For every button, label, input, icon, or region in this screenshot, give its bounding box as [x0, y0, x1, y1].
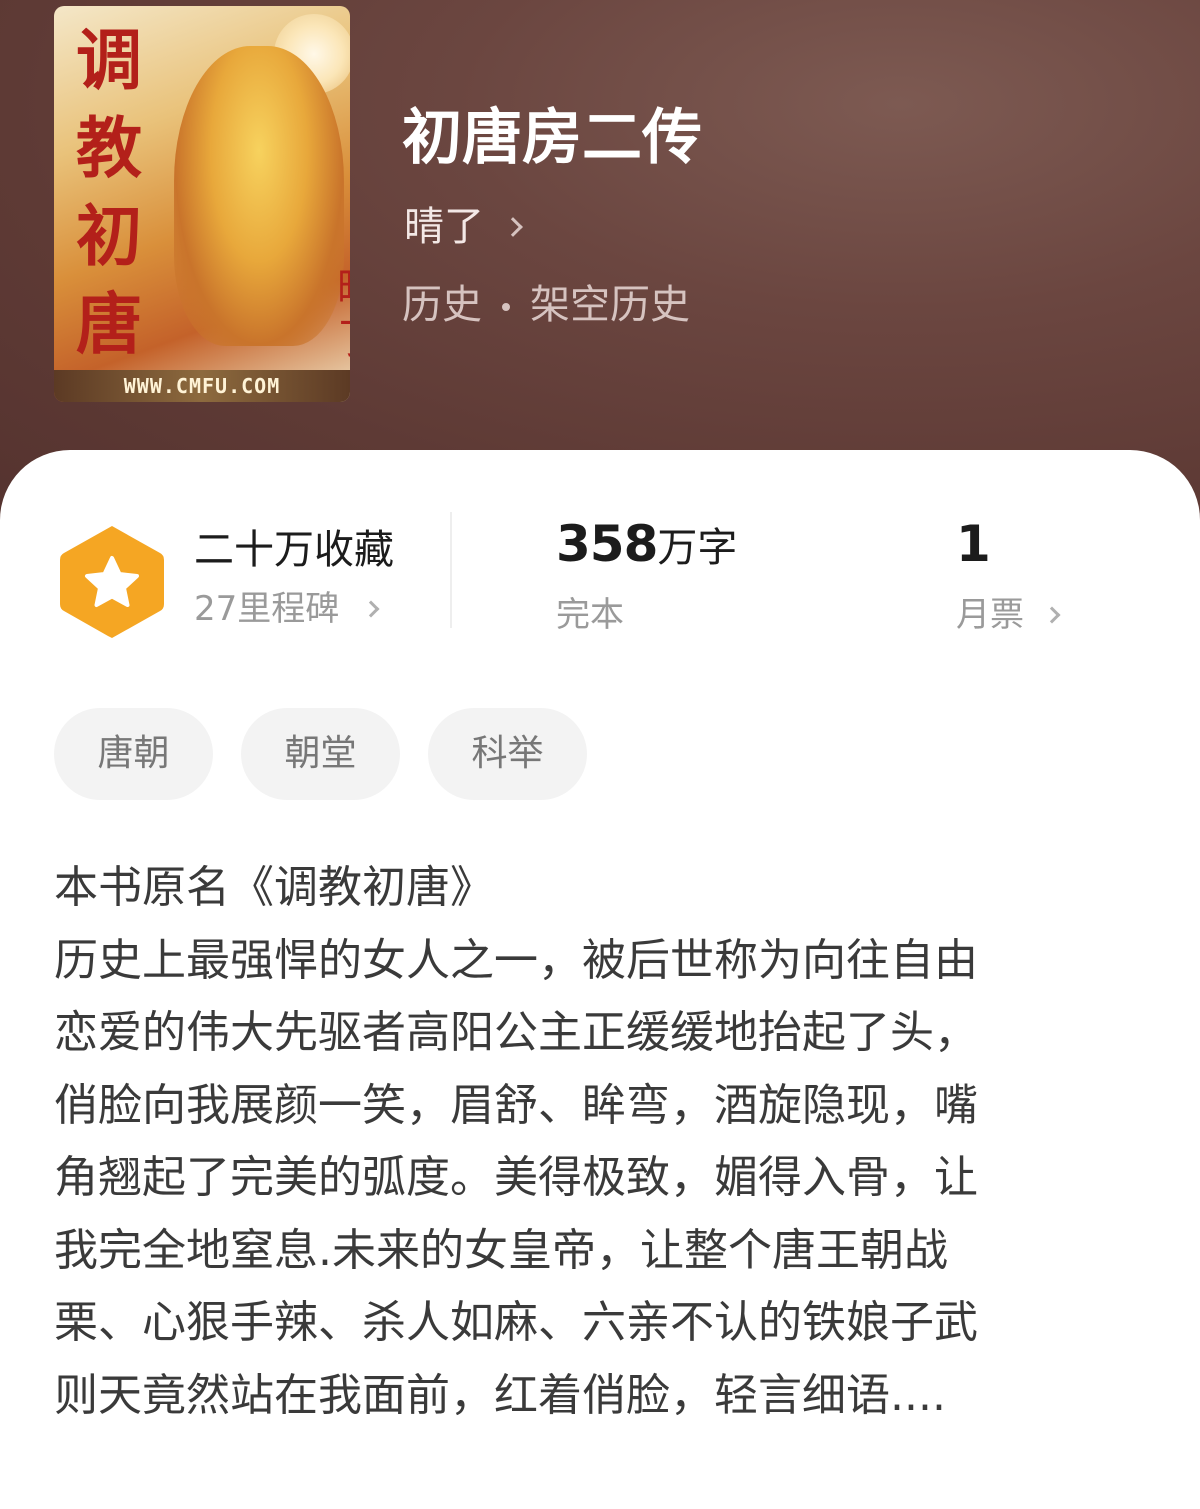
monthly-tickets-label: 月票: [956, 595, 1024, 635]
intro-line: 我完全地窒息.未来的女皇帝，让整个唐王朝战: [54, 1224, 948, 1276]
book-title: 初唐房二传: [402, 103, 702, 173]
intro-line: 俏脸向我展颜一笑，眉舒、眸弯，酒旋隐现，嘴: [54, 1079, 978, 1131]
tag-list: 唐朝 朝堂 科举: [54, 708, 587, 800]
intro-line: 角翘起了完美的弧度。美得极致，媚得入骨，让: [54, 1152, 978, 1203]
tag-chip[interactable]: 科举: [428, 708, 587, 800]
intro-line: 则天竟然站在我面前，红着俏脸，轻言细语....: [54, 1369, 946, 1421]
genre-category[interactable]: 历史: [402, 282, 482, 328]
intro-line: 恋爱的伟大先驱者高阳公主正缓缓地抬起了头，: [54, 1007, 978, 1058]
author-link[interactable]: 晴了: [404, 200, 523, 254]
cover-title-glyph: 初: [76, 197, 142, 275]
chevron-right-icon: [1043, 606, 1061, 624]
intro-line: 栗、心狠手辣、杀人如麻、六亲不认的铁娘子武: [54, 1297, 978, 1348]
intro-line: 历史上最强悍的女人之一，被后世称为向往自由: [54, 934, 978, 986]
word-count: 358万字: [556, 516, 737, 576]
book-intro[interactable]: 本书原名《调教初唐》 历史上最强悍的女人之一，被后世称为向往自由 恋爱的伟大先驱…: [54, 852, 1154, 1432]
milestones-link[interactable]: 27里程碑: [194, 586, 394, 632]
cover-author-signature: 晴了: [328, 264, 350, 384]
author-name: 晴了: [404, 204, 484, 250]
cover-site-text: WWW.CMFU.COM: [54, 370, 350, 402]
stat-divider: [450, 512, 452, 628]
separator-dot: [502, 303, 510, 311]
star-badge-icon: [60, 526, 164, 638]
book-cover[interactable]: 调 教 初 唐 晴了 WWW.CMFU.COM: [54, 6, 350, 402]
tag-chip[interactable]: 唐朝: [54, 708, 213, 800]
monthly-tickets-stat[interactable]: 1 月票: [956, 516, 1061, 638]
monthly-tickets-number: 1: [956, 515, 991, 573]
status-label: 完本: [556, 595, 624, 635]
word-count-unit: 万字: [657, 525, 738, 571]
completion-status: 完本: [556, 592, 737, 638]
cover-title-glyph: 调: [76, 21, 142, 99]
cover-figure-illustration: [174, 46, 344, 346]
chevron-right-icon: [362, 600, 380, 618]
milestones-label: 27里程碑: [194, 589, 340, 629]
chevron-right-icon: [503, 217, 523, 237]
genre-breadcrumb: 历史 架空历史: [402, 278, 690, 332]
cover-title-glyph: 唐: [76, 285, 142, 363]
intro-line: 本书原名《调教初唐》: [54, 862, 494, 913]
monthly-tickets-link[interactable]: 月票: [956, 592, 1061, 638]
word-count-stat: 358万字 完本: [556, 516, 737, 638]
favorites-count: 二十万收藏: [194, 527, 394, 573]
word-count-number: 358: [556, 515, 658, 573]
monthly-tickets-count: 1: [956, 516, 1058, 576]
favorites-stat[interactable]: 二十万收藏 27里程碑: [194, 522, 394, 632]
cover-title-glyph: 教: [76, 109, 142, 187]
genre-subcategory[interactable]: 架空历史: [530, 282, 690, 328]
tag-chip[interactable]: 朝堂: [241, 708, 400, 800]
